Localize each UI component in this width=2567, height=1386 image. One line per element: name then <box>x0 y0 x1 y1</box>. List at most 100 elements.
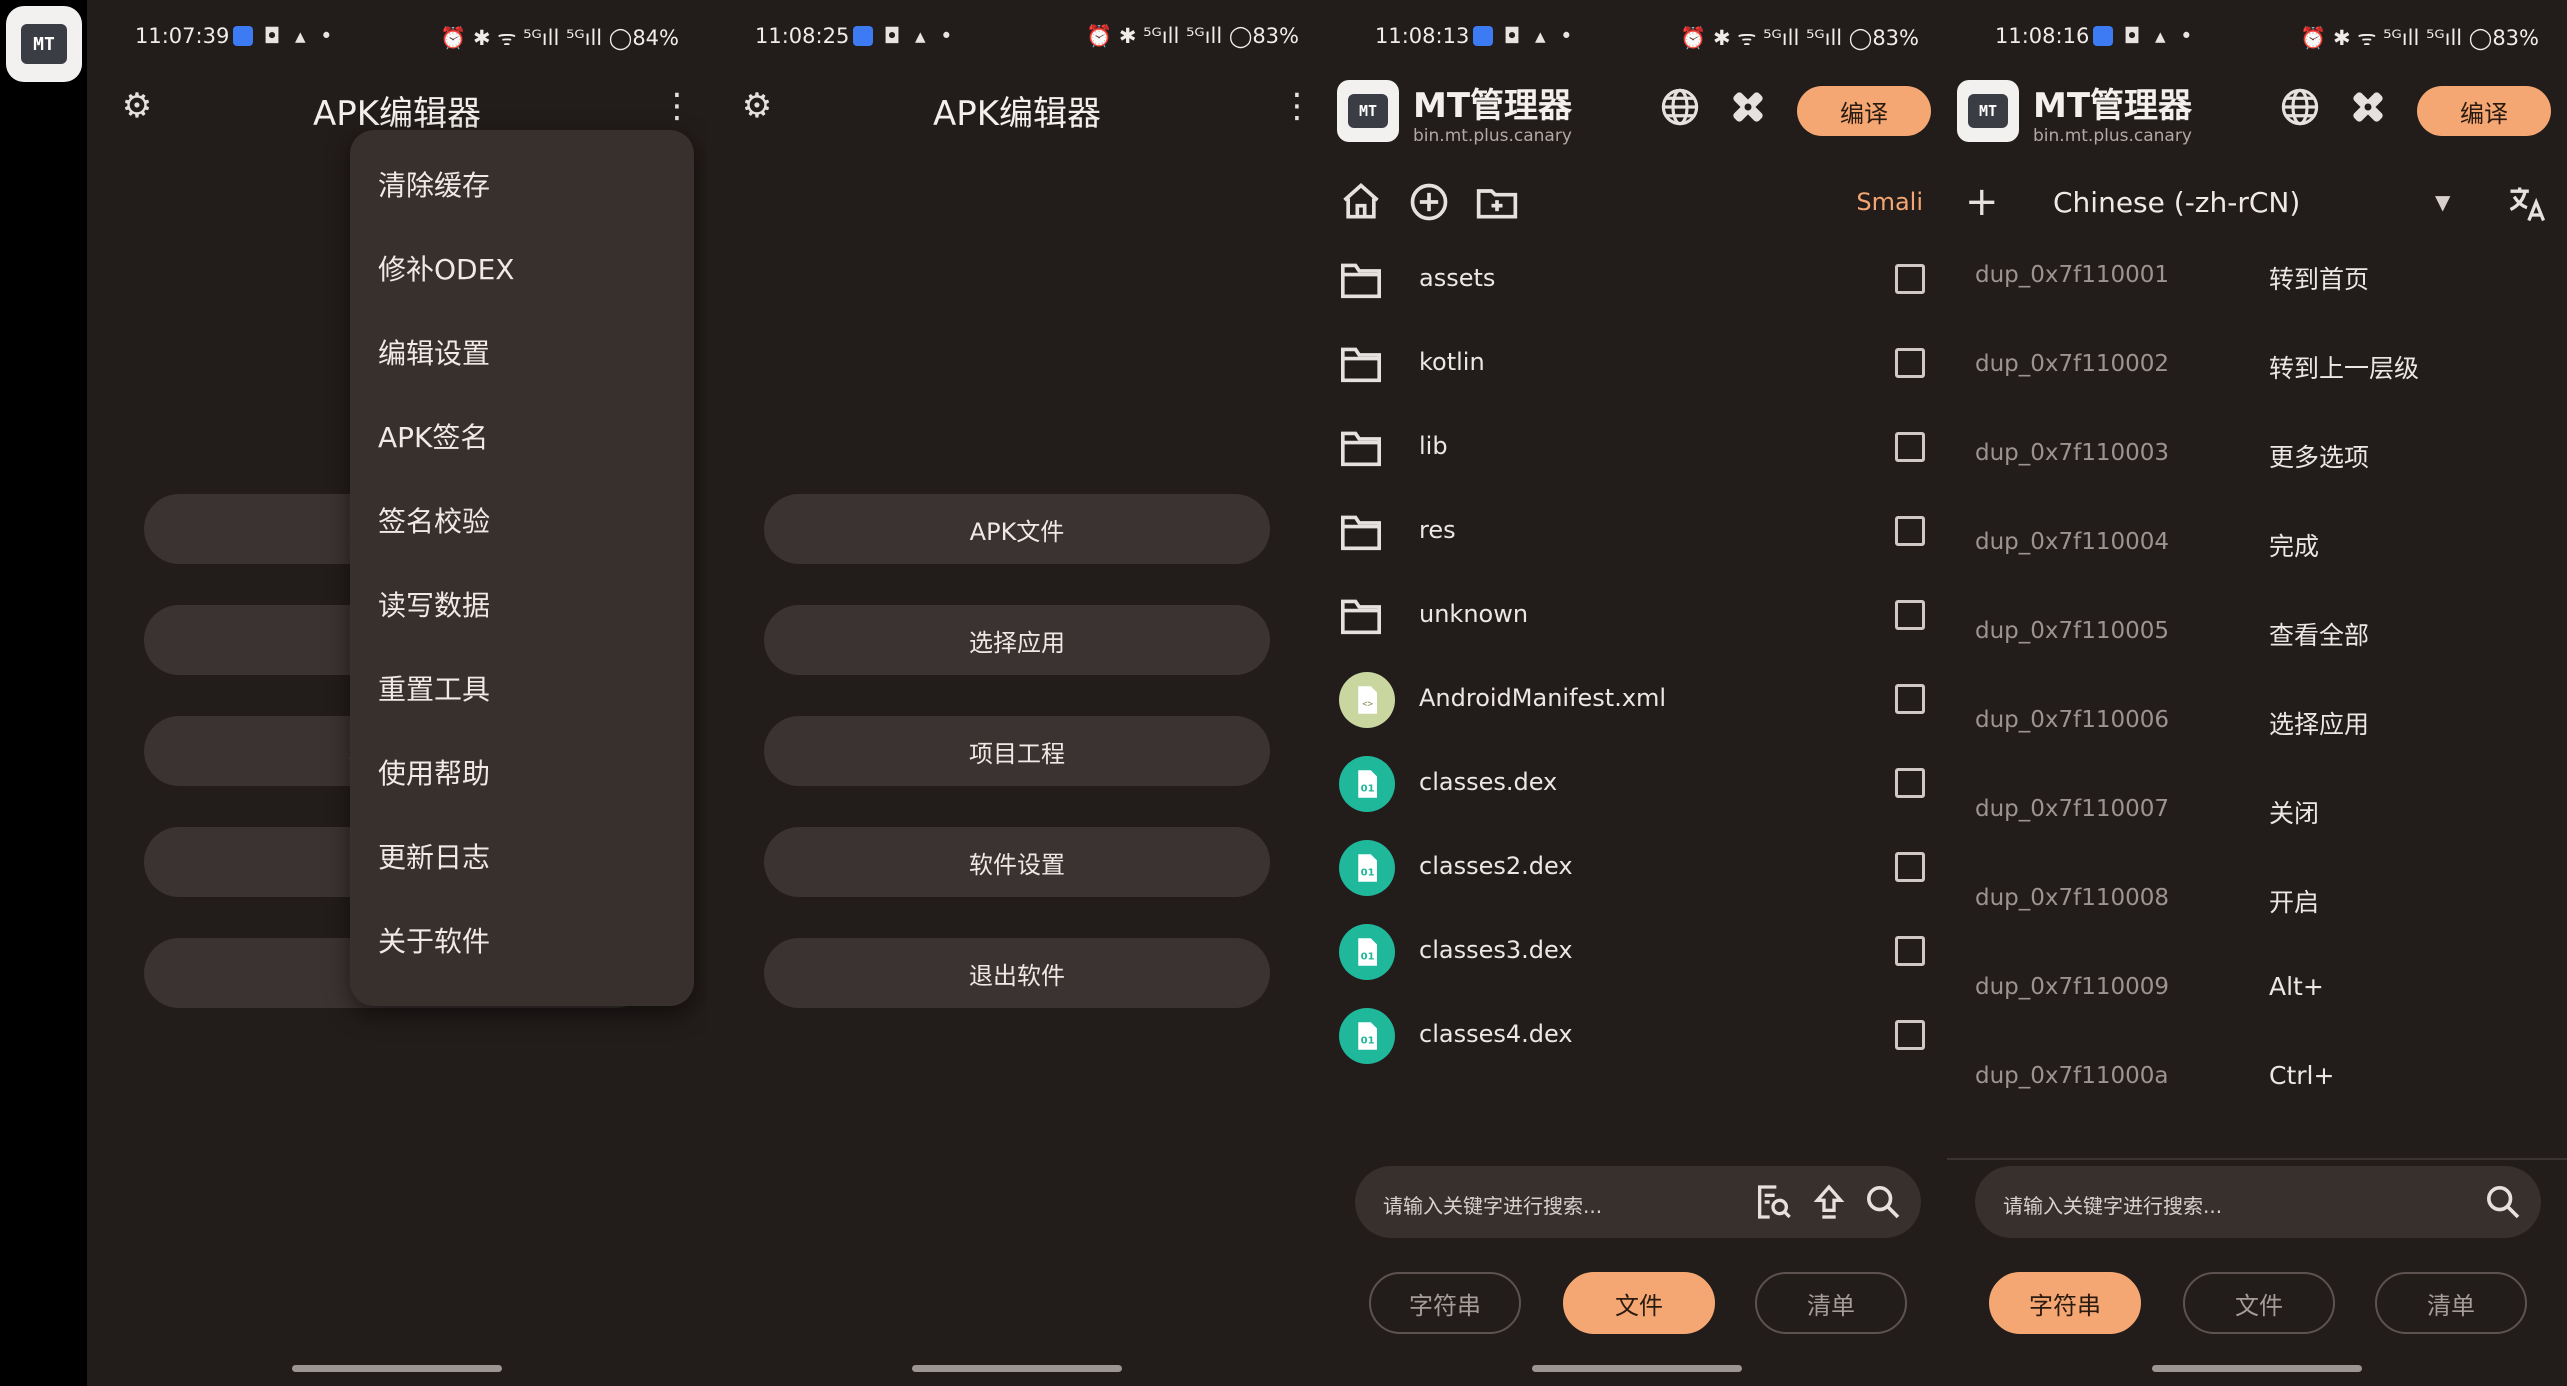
status-bar: 11:08:25 ◘ ▴ • ⏰ ✱ ⁵ᴳıll ⁵ᴳıll ◯83% <box>707 0 1327 72</box>
tab-strings[interactable]: 字符串 <box>1369 1272 1521 1334</box>
select-checkbox[interactable] <box>1895 768 1925 798</box>
string-row[interactable]: dup_0x7f110003 更多选项 <box>1947 414 2567 503</box>
select-checkbox[interactable] <box>1895 600 1925 630</box>
smali-mode-toggle[interactable]: Smali <box>1856 188 1923 216</box>
mt-logo-icon: MT <box>1968 94 2008 128</box>
add-circle-icon[interactable] <box>1407 180 1451 224</box>
menu-item-changelog[interactable]: 更新日志 <box>350 816 694 900</box>
xml-file-icon: <> <box>1339 672 1395 728</box>
app-header: MT MT管理器 bin.mt.plus.canary 编译 <box>1947 72 2567 152</box>
file-row[interactable]: 01 classes3.dex <box>1327 910 1947 994</box>
find-in-page-icon[interactable] <box>1753 1182 1793 1222</box>
string-row[interactable]: dup_0x7f110004 完成 <box>1947 503 2567 592</box>
screen-apk-editor-menu: 11:07:39 ◘ ▴ • ⏰ ✱ ᯤ ⁵ᴳıll ⁵ᴳıll ◯84% ⚙ … <box>87 0 707 1386</box>
select-app-button[interactable]: 选择应用 <box>764 605 1270 675</box>
string-row[interactable]: dup_0x7f11000a Ctrl+ <box>1947 1037 2567 1126</box>
select-checkbox[interactable] <box>1895 936 1925 966</box>
search-icon[interactable] <box>2483 1182 2523 1222</box>
select-checkbox[interactable] <box>1895 852 1925 882</box>
add-icon[interactable]: + <box>1965 180 1999 224</box>
search-bar[interactable]: 请输入关键字进行搜索... <box>1975 1166 2541 1238</box>
home-indicator[interactable] <box>912 1365 1122 1372</box>
file-row[interactable]: <> AndroidManifest.xml <box>1327 658 1947 742</box>
translate-icon[interactable] <box>2505 182 2549 226</box>
file-row[interactable]: res <box>1327 490 1947 574</box>
mt-launcher-icon[interactable]: MT <box>6 6 82 82</box>
string-row[interactable]: dup_0x7f110001 转到首页 <box>1947 236 2567 325</box>
menu-item-edit-settings[interactable]: 编辑设置 <box>350 312 694 396</box>
string-row[interactable]: dup_0x7f110007 关闭 <box>1947 770 2567 859</box>
screen-mt-strings: 11:08:16 ◘ ▴ • ⏰ ✱ ᯤ ⁵ᴳıll ⁵ᴳıll ◯83% MT… <box>1947 0 2567 1386</box>
status-time: 11:08:13 <box>1375 24 1470 48</box>
select-checkbox[interactable] <box>1895 432 1925 462</box>
more-options-icon[interactable]: ⋮ <box>1277 84 1317 128</box>
status-right-icons: ⏰ ✱ ⁵ᴳıll ⁵ᴳıll ◯83% <box>1086 24 1299 48</box>
file-row[interactable]: unknown <box>1327 574 1947 658</box>
string-value: 更多选项 <box>2269 443 2370 472</box>
menu-item-reset-tool[interactable]: 重置工具 <box>350 648 694 732</box>
tools-icon[interactable] <box>1727 86 1769 128</box>
string-row[interactable]: dup_0x7f110006 选择应用 <box>1947 681 2567 770</box>
menu-item-verify-signature[interactable]: 签名校验 <box>350 480 694 564</box>
string-row[interactable]: dup_0x7f110008 开启 <box>1947 859 2567 948</box>
folder-icon <box>1341 599 1381 635</box>
app-title: MT管理器 <box>2033 86 2193 126</box>
string-row[interactable]: dup_0x7f110005 查看全部 <box>1947 592 2567 681</box>
select-checkbox[interactable] <box>1895 1020 1925 1050</box>
menu-item-apk-sign[interactable]: APK签名 <box>350 396 694 480</box>
tab-manifest[interactable]: 清单 <box>1755 1272 1907 1334</box>
dex-file-icon: 01 <box>1339 924 1395 980</box>
home-icon[interactable] <box>1339 180 1383 224</box>
string-row[interactable]: dup_0x7f110002 转到上一层级 <box>1947 325 2567 414</box>
tools-icon[interactable] <box>2347 86 2389 128</box>
home-indicator[interactable] <box>2152 1365 2362 1372</box>
apk-file-button[interactable]: APK文件 <box>764 494 1270 564</box>
projects-button[interactable]: 项目工程 <box>764 716 1270 786</box>
language-select[interactable]: Chinese (-zh-rCN) <box>2053 186 2300 219</box>
more-options-icon[interactable]: ⋮ <box>657 84 697 128</box>
exit-button[interactable]: 退出软件 <box>764 938 1270 1008</box>
status-right-icons: ⏰ ✱ ᯤ ⁵ᴳıll ⁵ᴳıll ◯84% <box>440 26 679 50</box>
file-row[interactable]: 01 classes4.dex <box>1327 994 1947 1078</box>
search-icon[interactable] <box>1863 1182 1903 1222</box>
file-row[interactable]: 01 classes2.dex <box>1327 826 1947 910</box>
file-row[interactable]: kotlin <box>1327 322 1947 406</box>
search-bar[interactable]: 请输入关键字进行搜索... <box>1355 1166 1921 1238</box>
menu-item-patch-odex[interactable]: 修补ODEX <box>350 228 694 312</box>
string-key: dup_0x7f110005 <box>1975 618 2170 644</box>
string-key: dup_0x7f110007 <box>1975 796 2170 822</box>
string-row[interactable]: dup_0x7f110009 Alt+ <box>1947 948 2567 1037</box>
file-row[interactable]: 01 classes.dex <box>1327 742 1947 826</box>
globe-icon[interactable] <box>1659 86 1701 128</box>
string-key: dup_0x7f110003 <box>1975 440 2170 466</box>
menu-item-help[interactable]: 使用帮助 <box>350 732 694 816</box>
tab-strings[interactable]: 字符串 <box>1989 1272 2141 1334</box>
svg-text:01: 01 <box>1361 784 1375 795</box>
select-checkbox[interactable] <box>1895 264 1925 294</box>
upload-arrow-icon[interactable] <box>1809 1182 1849 1222</box>
chevron-down-icon[interactable]: ▼ <box>2435 190 2450 214</box>
menu-item-read-write-data[interactable]: 读写数据 <box>350 564 694 648</box>
string-key: dup_0x7f110008 <box>1975 885 2170 911</box>
menu-item-about[interactable]: 关于软件 <box>350 900 694 984</box>
file-row[interactable]: lib <box>1327 406 1947 490</box>
tab-files[interactable]: 文件 <box>2183 1272 2335 1334</box>
select-checkbox[interactable] <box>1895 516 1925 546</box>
new-folder-icon[interactable] <box>1475 180 1519 224</box>
compile-button[interactable]: 编译 <box>2417 86 2551 136</box>
select-checkbox[interactable] <box>1895 348 1925 378</box>
file-row[interactable]: assets <box>1327 238 1947 322</box>
select-checkbox[interactable] <box>1895 684 1925 714</box>
globe-icon[interactable] <box>2279 86 2321 128</box>
string-key: dup_0x7f110004 <box>1975 529 2170 555</box>
home-indicator[interactable] <box>1532 1365 1742 1372</box>
folder-icon <box>1341 515 1381 551</box>
string-key: dup_0x7f11000a <box>1975 1063 2169 1089</box>
home-indicator[interactable] <box>292 1365 502 1372</box>
compile-button[interactable]: 编译 <box>1797 86 1931 136</box>
status-time: 11:08:25 <box>755 24 850 48</box>
tab-files[interactable]: 文件 <box>1563 1272 1715 1334</box>
software-settings-button[interactable]: 软件设置 <box>764 827 1270 897</box>
tab-manifest[interactable]: 清单 <box>2375 1272 2527 1334</box>
menu-item-clear-cache[interactable]: 清除缓存 <box>350 144 694 228</box>
